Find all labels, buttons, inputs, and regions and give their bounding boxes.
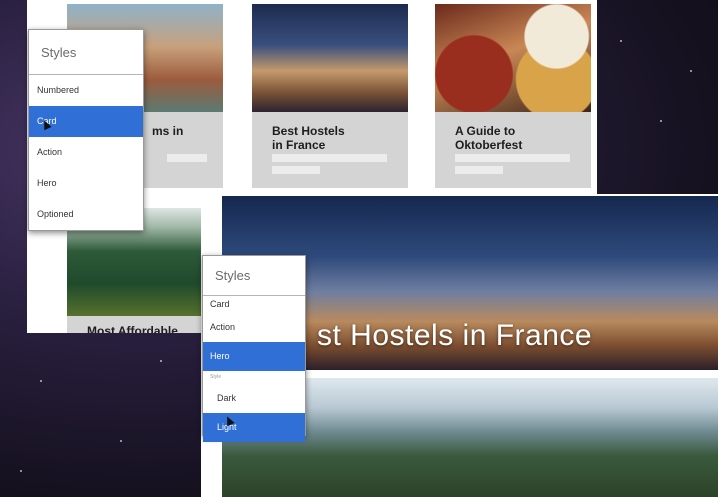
style-option-card[interactable]: Card	[203, 296, 305, 313]
styles-dropdown[interactable]: Styles Numbered Card Action Hero Optione…	[28, 29, 144, 231]
card-image	[435, 4, 591, 112]
text-placeholder-bar	[455, 154, 570, 162]
style-option-optioned[interactable]: Optioned	[29, 199, 143, 230]
star	[40, 380, 42, 382]
star	[690, 70, 692, 72]
star	[620, 40, 622, 42]
style-sublabel: Style	[210, 374, 222, 380]
text-placeholder-bar	[272, 154, 387, 162]
dropdown-title: Styles	[203, 256, 305, 296]
style-option-dark[interactable]: Dark	[203, 384, 305, 413]
card-title: Most Affordable	[87, 324, 178, 333]
text-placeholder-bar	[272, 166, 320, 174]
star	[660, 120, 662, 122]
card-hostels[interactable]: Best Hostels in France	[252, 4, 408, 188]
card-title: ms in	[152, 124, 184, 138]
hero-title: st Hostels in France	[317, 319, 593, 352]
card-image	[252, 4, 408, 112]
text-placeholder-bar	[455, 166, 503, 174]
style-option-hero[interactable]: Hero	[29, 168, 143, 199]
styles-dropdown[interactable]: Styles Card Action Hero Style Dark Light	[202, 255, 306, 442]
card-title: A Guide to Oktoberfest	[455, 124, 523, 152]
style-option-hero[interactable]: Hero	[203, 342, 305, 371]
star	[20, 470, 22, 472]
dropdown-title: Styles	[29, 30, 143, 75]
card-oktoberfest[interactable]: A Guide to Oktoberfest	[435, 4, 591, 188]
style-option-action[interactable]: Action	[29, 137, 143, 168]
star	[120, 440, 122, 442]
style-option-action[interactable]: Action	[203, 313, 305, 342]
text-placeholder-bar	[167, 154, 207, 162]
card-title: Best Hostels in France	[272, 124, 345, 152]
star	[160, 360, 162, 362]
style-option-numbered[interactable]: Numbered	[29, 75, 143, 106]
style-option-light[interactable]: Light	[203, 413, 305, 442]
